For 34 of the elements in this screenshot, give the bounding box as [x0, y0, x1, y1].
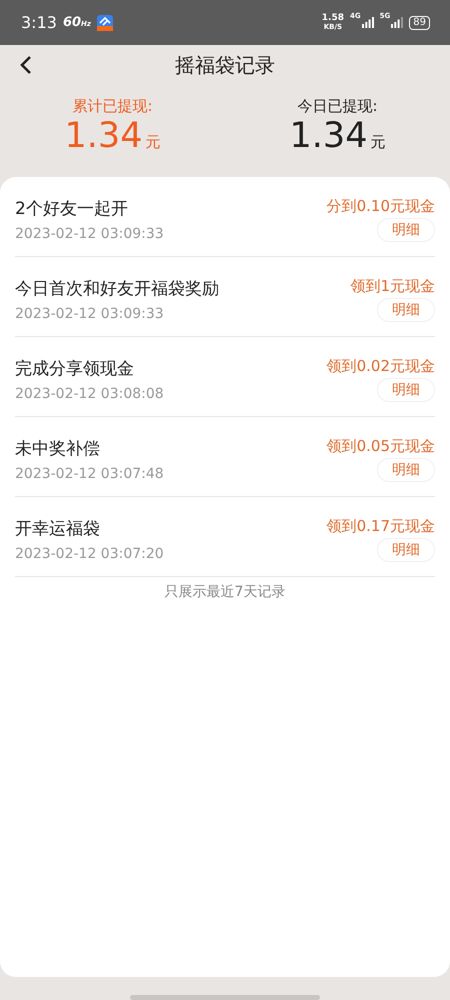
app-notification-icon [96, 14, 113, 30]
record-time: 2023-02-12 03:08:08 [15, 386, 164, 402]
reward-amount: 分到0.10元现金 [326, 197, 435, 216]
page-title: 摇福袋记录 [175, 52, 275, 78]
record-time: 2023-02-12 03:07:48 [15, 466, 164, 482]
currency-unit: 元 [370, 133, 386, 152]
summary-label: 累计已提现: [72, 97, 153, 116]
record-time: 2023-02-12 03:09:33 [15, 306, 165, 322]
currency-unit: 元 [145, 133, 160, 152]
summary-label: 今日已提现: [297, 97, 378, 116]
record-title: 2个好友一起开 [15, 198, 129, 220]
battery-indicator: 89 [409, 16, 430, 30]
detail-button[interactable]: 明细 [377, 538, 435, 562]
record-title: 未中奖补偿 [15, 438, 101, 460]
record-title: 今日首次和好友开福袋奖励 [15, 278, 219, 300]
detail-button[interactable]: 明细 [377, 458, 435, 482]
detail-button[interactable]: 明细 [377, 298, 435, 322]
detail-button[interactable]: 明细 [377, 218, 435, 242]
signal-icon [391, 17, 404, 28]
summary-amount: 1.34 [290, 116, 368, 156]
summary-amount: 1.34 [64, 116, 142, 156]
back-icon [20, 55, 32, 75]
footer-note: 只展示最近7天记录 [164, 583, 286, 601]
record-title: 开幸运福袋 [15, 518, 101, 540]
reward-amount: 领到1元现金 [350, 277, 435, 296]
signal-icon [362, 17, 374, 28]
detail-button[interactable]: 明细 [377, 378, 435, 402]
reward-amount: 领到0.05元现金 [326, 437, 435, 456]
reward-amount: 领到0.02元现金 [326, 357, 435, 376]
reward-amount: 领到0.17元现金 [326, 517, 435, 536]
record-time: 2023-02-12 03:09:33 [15, 226, 164, 242]
record-title: 完成分享领现金 [15, 358, 135, 380]
status-time: 3:13 [21, 13, 57, 32]
record-time: 2023-02-12 03:07:20 [15, 546, 164, 562]
